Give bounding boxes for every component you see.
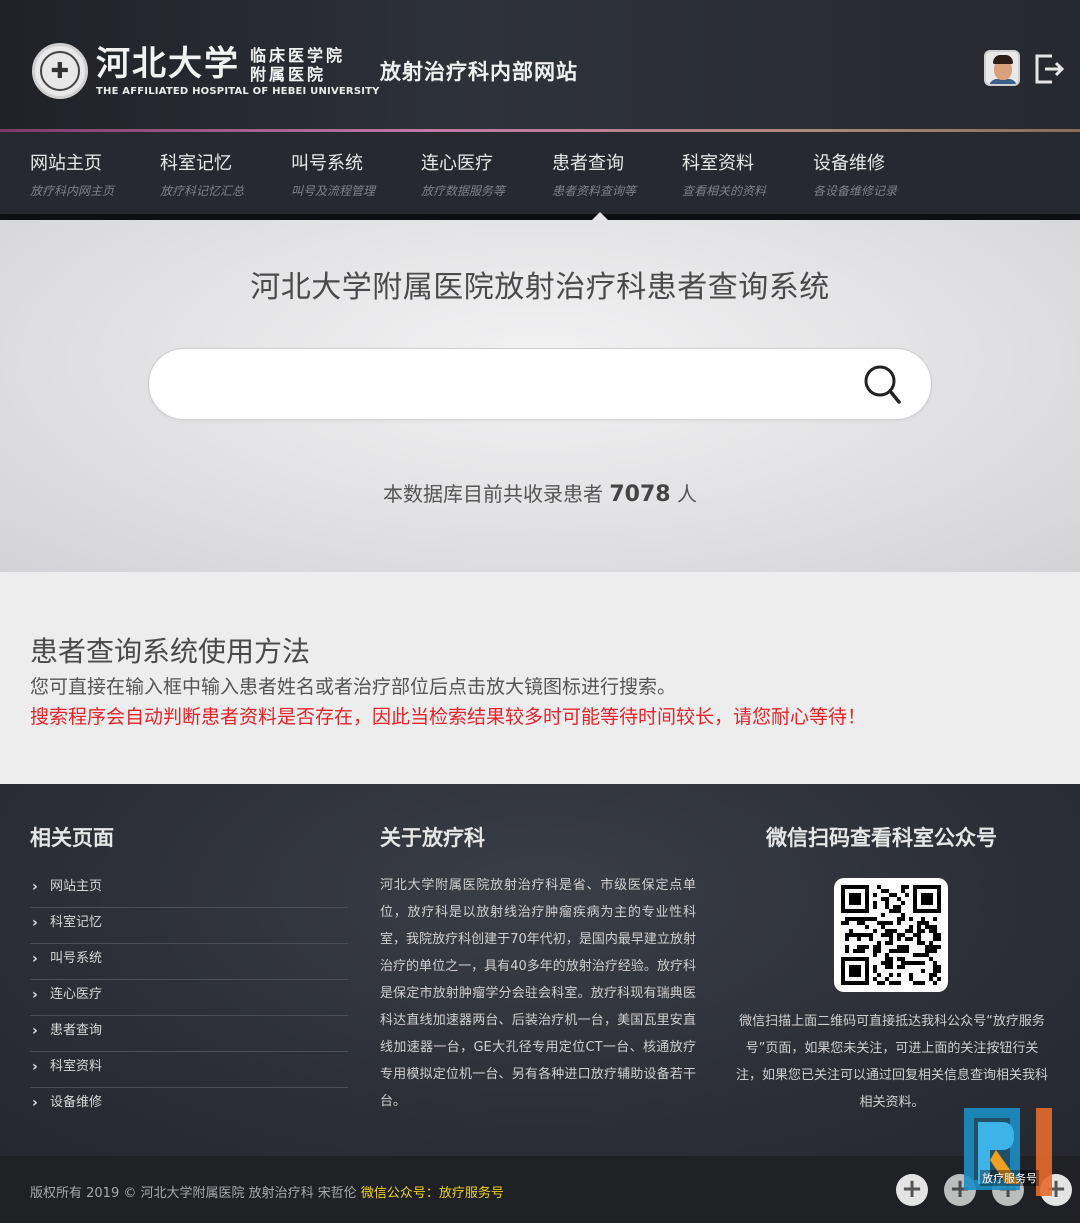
wechat-qr-code (834, 878, 948, 992)
user-avatar[interactable] (984, 50, 1020, 86)
plus-icon[interactable]: + (896, 1174, 928, 1206)
footer-links-title: 相关页面 (30, 826, 114, 850)
search-icon[interactable] (855, 357, 911, 413)
chevron-right-icon: › (32, 915, 38, 931)
nav-item-patient-query[interactable]: 患者查询 患者资料查询等 (552, 152, 676, 199)
chevron-right-icon: › (32, 879, 38, 895)
nav-sublabel: 放疗数据服务等 (421, 184, 506, 198)
copyright-bar: 版权所有 2019 © 河北大学附属医院 放射治疗科 宋哲伦 微信公众号：放疗服… (0, 1156, 1080, 1223)
footer-link-queue[interactable]: › 叫号系统 (30, 944, 348, 980)
usage-instruction: 您可直接在输入框中输入患者姓名或者治疗部位后点击放大镜图标进行搜索。 (30, 676, 677, 698)
nav-label: 网站主页 (30, 153, 102, 174)
footer-link-label: 网站主页 (50, 879, 103, 894)
wechat-account-link[interactable]: 微信公众号：放疗服务号 (361, 1186, 504, 1201)
footer-links-list: › 网站主页 › 科室记忆 › 叫号系统 › 连心医疗 › 患者查询 › 科室资料 › 设备维… (30, 872, 348, 1124)
logo-subtitle-line2: 附属医院 (250, 65, 327, 84)
nav-label: 患者查询 (552, 153, 624, 174)
nav-item-documents[interactable]: 科室资料 查看相关的资料 (682, 152, 806, 199)
nav-label: 叫号系统 (291, 153, 363, 174)
chevron-right-icon: › (32, 1095, 38, 1111)
footer-link-memory[interactable]: › 科室记忆 (30, 908, 348, 944)
footer-link-label: 连心医疗 (50, 987, 103, 1002)
search-hero: 河北大学附属医院放射治疗科患者查询系统 本数据库目前共收录患者 7078 人 (0, 220, 1080, 572)
nav-sublabel: 患者资料查询等 (552, 184, 637, 198)
nav-item-home[interactable]: 网站主页 放疗科内网主页 (30, 152, 154, 199)
usage-title: 患者查询系统使用方法 (30, 635, 311, 668)
patient-count: 本数据库目前共收录患者 7078 人 (0, 478, 1080, 507)
nav-item-queue[interactable]: 叫号系统 叫号及流程管理 (291, 152, 415, 199)
logo-subtitle: 临床医学院 附属医院 (250, 46, 362, 84)
footer-link-label: 叫号系统 (50, 951, 103, 966)
nav-item-lianxin[interactable]: 连心医疗 放疗数据服务等 (421, 152, 545, 199)
main-nav: 网站主页 放疗科内网主页 科室记忆 放疗科记忆汇总 叫号系统 叫号及流程管理 连… (0, 132, 1080, 214)
logo-subtitle-line1: 临床医学院 (250, 46, 346, 65)
usage-section: 患者查询系统使用方法 您可直接在输入框中输入患者姓名或者治疗部位后点击放大镜图标… (0, 572, 1080, 784)
nav-label: 设备维修 (813, 153, 885, 174)
nav-label: 连心医疗 (421, 153, 493, 174)
copyright-label: 版权所有 2019 © 河北大学附属医院 放射治疗科 宋哲伦 (30, 1186, 357, 1201)
count-suffix: 人 (676, 482, 697, 506)
count-value: 7078 (609, 482, 671, 507)
search-box (148, 348, 932, 420)
nav-item-maintenance[interactable]: 设备维修 各设备维修记录 (813, 152, 937, 199)
nav-sublabel: 各设备维修记录 (813, 184, 898, 198)
footer-link-label: 患者查询 (50, 1023, 103, 1038)
cross-icon: ✚ (40, 51, 80, 91)
footer-wechat-title: 微信扫码查看科室公众号 (766, 826, 997, 850)
nav-sublabel: 放疗科记忆汇总 (160, 184, 245, 198)
active-nav-pointer (592, 212, 608, 220)
site-footer: 相关页面 › 网站主页 › 科室记忆 › 叫号系统 › 连心医疗 › 患者查询 › 科室资料… (0, 784, 1080, 1156)
logo-university-name: 河北大学 (96, 44, 240, 84)
footer-link-home[interactable]: › 网站主页 (30, 872, 348, 908)
chevron-right-icon: › (32, 951, 38, 967)
count-prefix: 本数据库目前共收录患者 (383, 482, 604, 506)
footer-about-title: 关于放疗科 (380, 826, 485, 850)
nav-label: 科室资料 (682, 153, 754, 174)
chevron-right-icon: › (32, 987, 38, 1003)
footer-link-documents[interactable]: › 科室资料 (30, 1052, 348, 1088)
hospital-seal-logo[interactable]: ✚ (32, 43, 88, 99)
search-input[interactable] (185, 363, 845, 407)
footer-link-lianxin[interactable]: › 连心医疗 (30, 980, 348, 1016)
nav-sublabel: 叫号及流程管理 (291, 184, 376, 198)
usage-warning: 搜索程序会自动判断患者资料是否存在，因此当检索结果较多时可能等待时间较长，请您耐… (30, 706, 867, 728)
footer-link-label: 设备维修 (50, 1095, 103, 1110)
footer-wechat-text: 微信扫描上面二维码可直接抵达我科公众号“放疗服务号”页面，如果您未关注，可进上面… (735, 1014, 1048, 1110)
chevron-right-icon: › (32, 1023, 38, 1039)
chevron-right-icon: › (32, 1059, 38, 1075)
footer-link-patient-query[interactable]: › 患者查询 (30, 1016, 348, 1052)
nav-sublabel: 查看相关的资料 (682, 184, 767, 198)
nav-label: 科室记忆 (160, 153, 232, 174)
nav-sublabel: 放疗科内网主页 (30, 184, 115, 198)
copyright-text: 版权所有 2019 © 河北大学附属医院 放射治疗科 宋哲伦 微信公众号：放疗服… (30, 1182, 504, 1201)
page-title: 河北大学附属医院放射治疗科患者查询系统 (250, 270, 830, 305)
footer-link-label: 科室资料 (50, 1059, 103, 1074)
site-title: 放射治疗科内部网站 (380, 60, 578, 84)
footer-link-label: 科室记忆 (50, 915, 103, 930)
footer-about-text: 河北大学附属医院放射治疗科是省、市级医保定点单位，放疗科是以放射线治疗肿瘤疾病为… (380, 878, 696, 1109)
logout-icon[interactable] (1032, 52, 1066, 86)
nav-item-memory[interactable]: 科室记忆 放疗科记忆汇总 (160, 152, 284, 199)
logo-english-name: THE AFFILIATED HOSPITAL OF HEBEI UNIVERS… (96, 86, 380, 97)
site-header: ✚ 河北大学 临床医学院 附属医院 THE AFFILIATED HOSPITA… (0, 0, 1080, 130)
footer-link-maintenance[interactable]: › 设备维修 (30, 1088, 348, 1124)
watermark-label: 放疗服务号 (980, 1170, 1039, 1186)
